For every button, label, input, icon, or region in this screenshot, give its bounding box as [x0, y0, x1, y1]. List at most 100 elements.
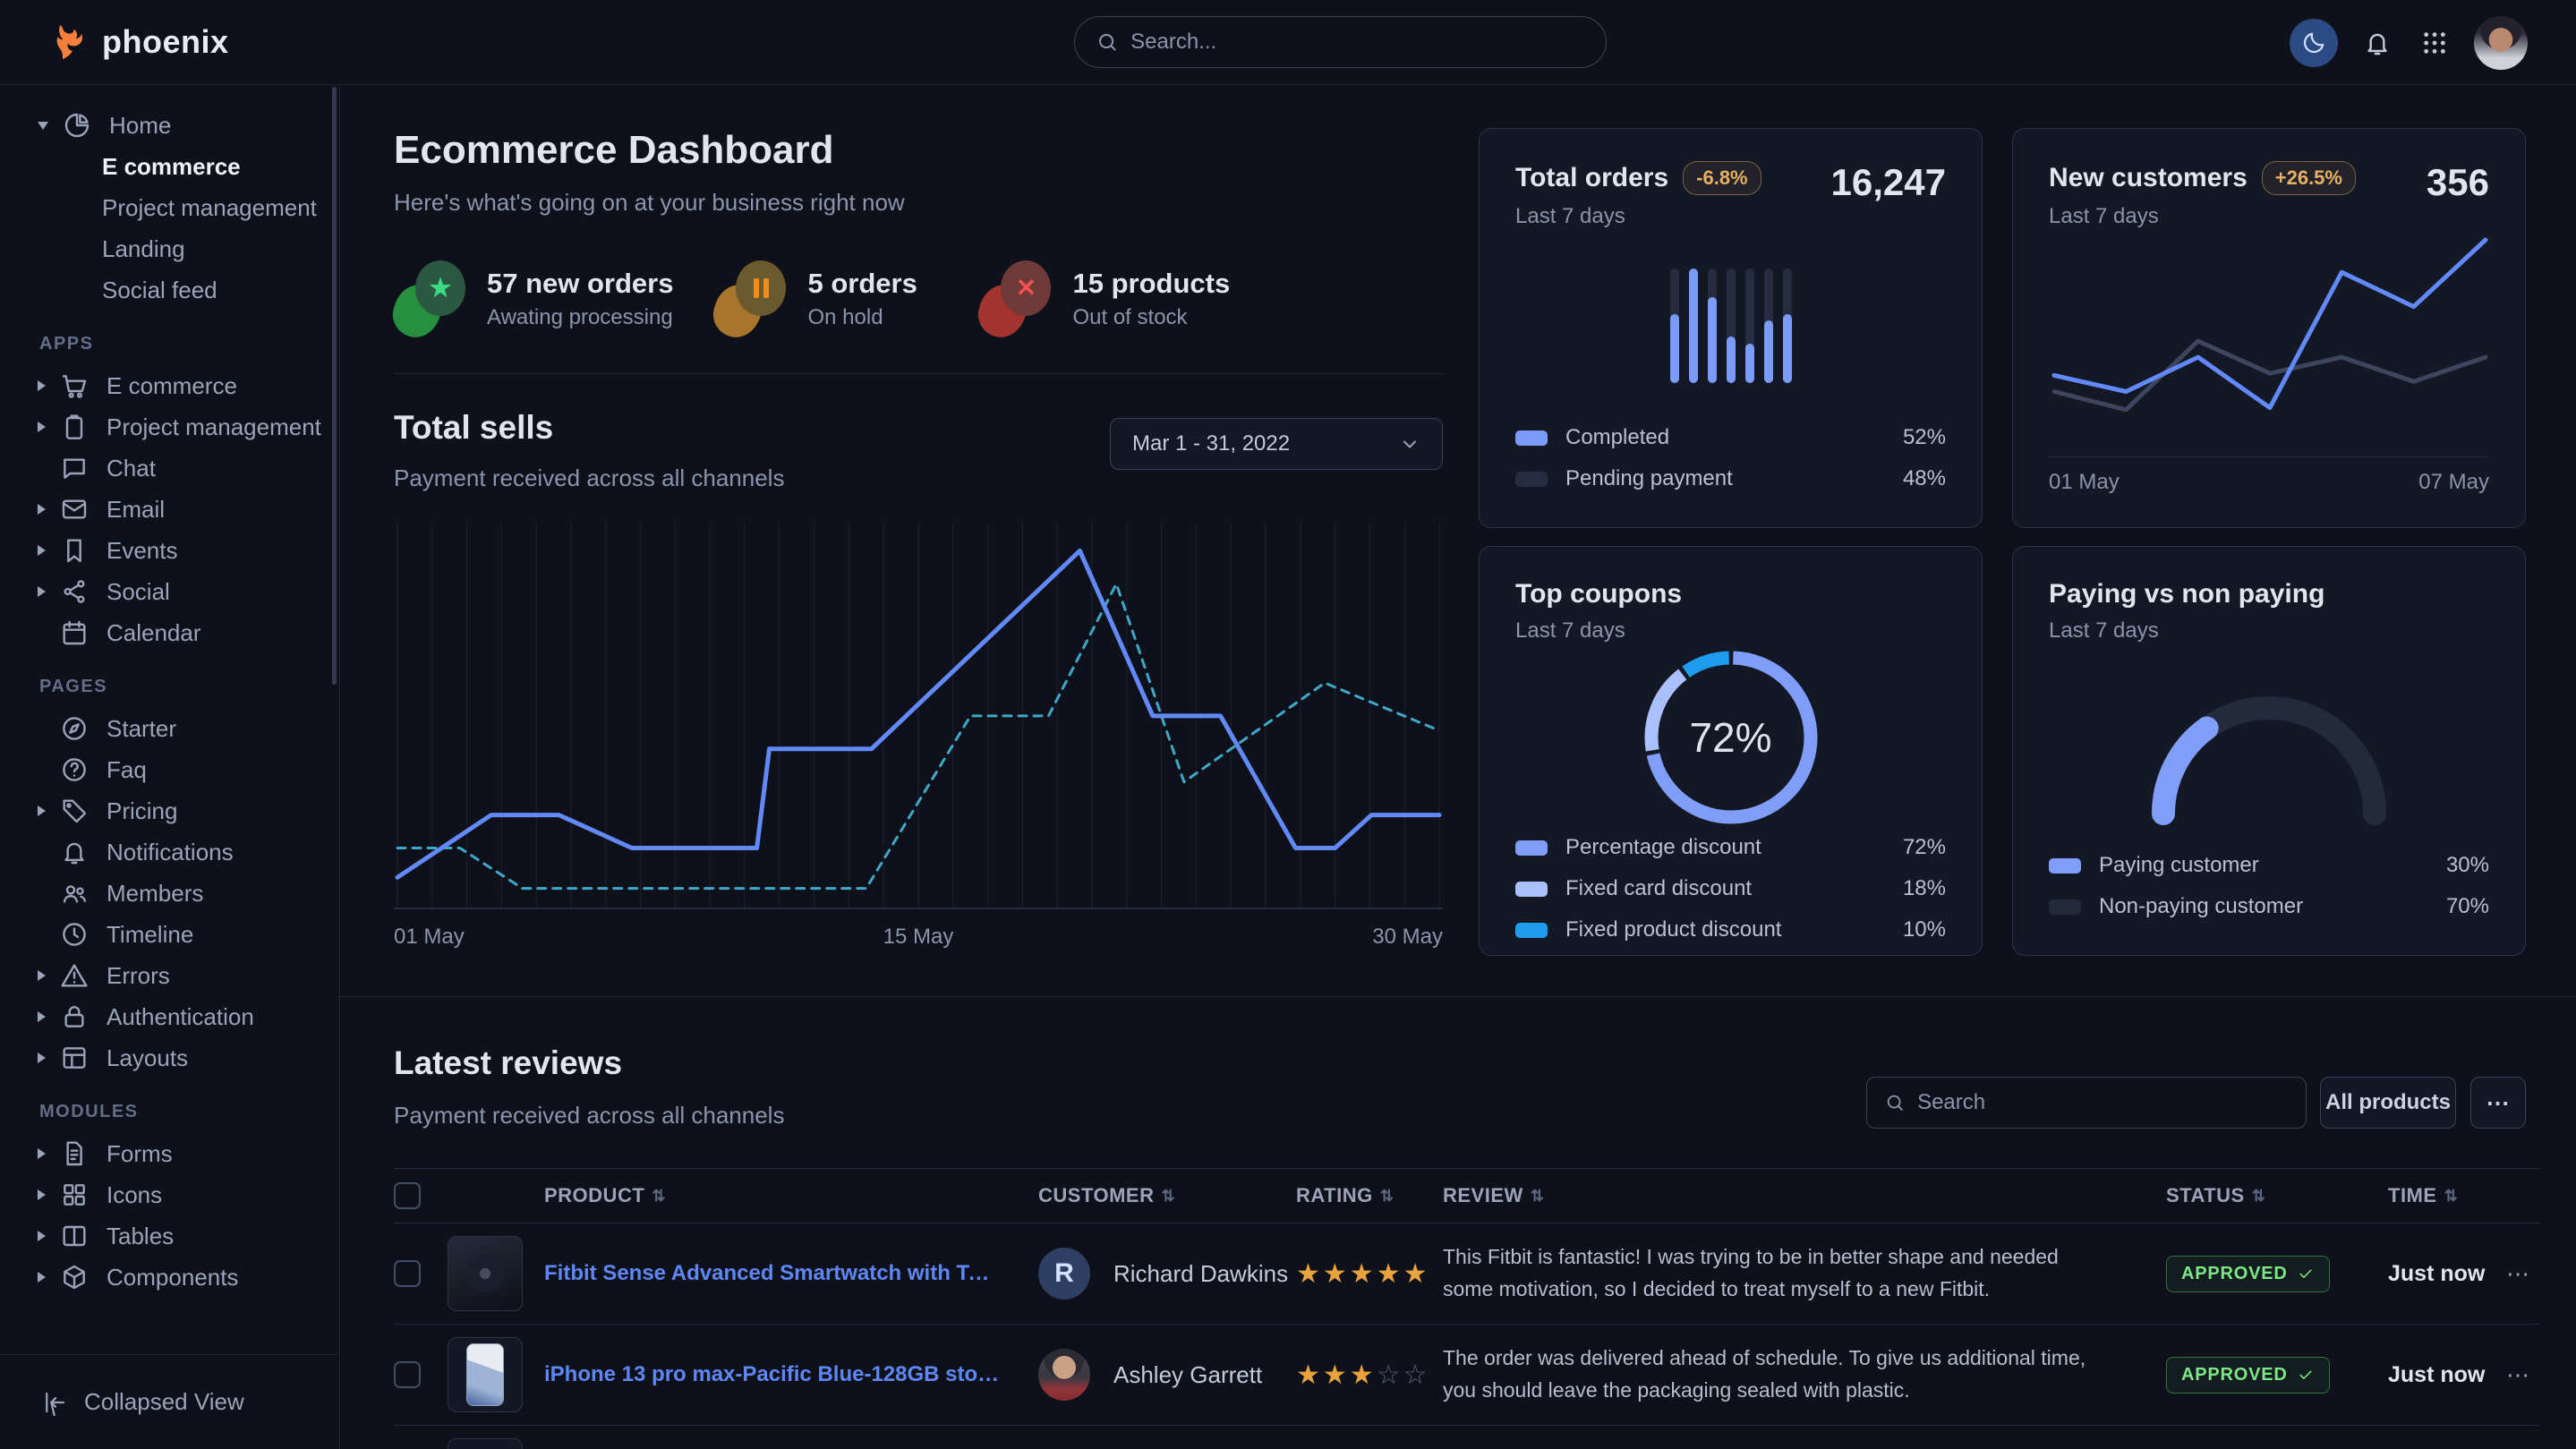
- legend-value: 72%: [1903, 835, 1946, 860]
- caret-right-icon: [38, 422, 46, 432]
- sidebar-item-project-management[interactable]: Project management: [0, 406, 339, 447]
- sidebar-item-label: Components: [107, 1264, 238, 1291]
- card-subtitle: Last 7 days: [2049, 204, 2356, 229]
- table-row: iPhone 13 pro max-Pacific Blue-128GB sto…: [394, 1325, 2540, 1426]
- legend-item: Percentage discount 72%: [1515, 831, 1946, 864]
- sidebar-item-authentication[interactable]: Authentication: [0, 996, 339, 1037]
- sidebar-item-label: Layouts: [107, 1044, 188, 1072]
- sidebar-item-calendar[interactable]: Calendar: [0, 612, 339, 653]
- sidebar-item-notifications[interactable]: Notifications: [0, 831, 339, 873]
- global-search-input[interactable]: [1130, 30, 1584, 55]
- sidebar-item-social[interactable]: Social: [0, 571, 339, 612]
- status-label: APPROVED: [2181, 1264, 2288, 1284]
- legend-swatch: [1515, 840, 1548, 856]
- brand-logo[interactable]: phoenix: [0, 21, 229, 63]
- sidebar-item-label: Pricing: [107, 797, 177, 825]
- sidebar-item-label: Starter: [107, 715, 176, 743]
- warning-triangle-icon: [60, 961, 89, 990]
- order-bar: [1764, 268, 1773, 383]
- legend-label: Fixed product discount: [1565, 917, 1903, 942]
- sidebar-item-faq[interactable]: Faq: [0, 749, 339, 790]
- sidebar-item-errors[interactable]: Errors: [0, 955, 339, 996]
- sidebar-item-pricing[interactable]: Pricing: [0, 790, 339, 831]
- sidebar-item-landing[interactable]: Landing: [0, 228, 339, 269]
- sidebar-item-components[interactable]: Components: [0, 1257, 339, 1298]
- top-coupons-donut-chart: 72%: [1637, 644, 1825, 831]
- reviews-search[interactable]: [1866, 1077, 2307, 1129]
- sidebar-item-email[interactable]: Email: [0, 489, 339, 530]
- sidebar-item-starter[interactable]: Starter: [0, 708, 339, 749]
- new-customers-card: New customers +26.5% Last 7 days 356 01 …: [2012, 128, 2526, 528]
- sidebar-item-members[interactable]: Members: [0, 873, 339, 914]
- bell-icon: [2363, 29, 2392, 57]
- sidebar-item-project-management[interactable]: Project management: [0, 187, 339, 228]
- box-icon: [60, 1263, 89, 1291]
- reviews-menu-button[interactable]: ⋯: [2470, 1077, 2526, 1129]
- column-header-review[interactable]: REVIEW⇅: [1443, 1184, 2166, 1207]
- pause-badge-icon: [714, 260, 788, 337]
- row-checkbox[interactable]: [394, 1361, 421, 1388]
- legend-swatch: [2049, 899, 2081, 915]
- caret-right-icon: [38, 1011, 46, 1022]
- all-products-button[interactable]: All products: [2320, 1077, 2456, 1129]
- date-range-select[interactable]: Mar 1 - 31, 2022: [1110, 418, 1443, 470]
- legend-item: Paying customer 30%: [2049, 849, 2489, 882]
- global-search[interactable]: [1074, 16, 1607, 68]
- sidebar-item-home[interactable]: Home: [0, 105, 339, 146]
- sidebar-item-label: E commerce: [107, 372, 237, 400]
- sidebar-item-icons[interactable]: Icons: [0, 1174, 339, 1215]
- product-image-cell: [448, 1438, 544, 1449]
- chat-icon: [60, 454, 89, 482]
- sidebar-item-label: E commerce: [102, 153, 241, 181]
- customer-avatar[interactable]: R: [1038, 1248, 1090, 1300]
- sidebar-item-social-feed[interactable]: Social feed: [0, 269, 339, 311]
- collapse-sidebar-button[interactable]: Collapsed View: [0, 1354, 338, 1449]
- row-checkbox[interactable]: [394, 1260, 421, 1287]
- total-sells-chart: [394, 522, 1443, 912]
- brand-name: phoenix: [102, 23, 229, 61]
- smartwatch-image: [448, 1237, 522, 1310]
- sidebar-item-timeline[interactable]: Timeline: [0, 914, 339, 955]
- dark-mode-toggle[interactable]: [2290, 19, 2338, 67]
- column-header-time[interactable]: TIME⇅: [2388, 1184, 2506, 1207]
- sidebar-item-tables[interactable]: Tables: [0, 1215, 339, 1257]
- sidebar-item-label: Forms: [107, 1140, 173, 1168]
- stat-value: 15 products: [1072, 268, 1230, 300]
- search-icon: [1096, 30, 1118, 54]
- caret-right-icon: [38, 1148, 46, 1159]
- row-menu-button[interactable]: ⋯: [2506, 1361, 2540, 1389]
- sidebar-item-e-commerce[interactable]: E commerce: [0, 146, 339, 187]
- legend-swatch: [1515, 882, 1548, 897]
- user-avatar[interactable]: [2474, 16, 2528, 70]
- total-orders-value: 16,247: [1831, 161, 1946, 204]
- column-header-status[interactable]: STATUS⇅: [2166, 1184, 2388, 1207]
- sidebar-item-layouts[interactable]: Layouts: [0, 1037, 339, 1078]
- stat-caption: Awating processing: [487, 305, 673, 330]
- time-value: Just now: [2388, 1261, 2506, 1287]
- column-header-customer[interactable]: CUSTOMER⇅: [1038, 1184, 1296, 1207]
- sidebar-item-forms[interactable]: Forms: [0, 1133, 339, 1174]
- product-link[interactable]: iPhone 13 pro max-Pacific Blue-128GB sto…: [544, 1362, 1038, 1387]
- order-bar: [1708, 268, 1717, 383]
- product-link[interactable]: Fitbit Sense Advanced Smartwatch with To…: [544, 1261, 1038, 1286]
- sidebar-item-label: Faq: [107, 756, 147, 784]
- reviews-search-input[interactable]: [1917, 1090, 2288, 1115]
- envelope-icon: [60, 495, 89, 524]
- legend-item: Fixed product discount 10%: [1515, 914, 1946, 946]
- sidebar-item-label: Errors: [107, 962, 170, 990]
- sidebar-item-chat[interactable]: Chat: [0, 447, 339, 489]
- stat-out-of-stock: ✕ 15 products Out of stock: [979, 260, 1230, 337]
- apps-menu-button[interactable]: [2417, 25, 2452, 61]
- column-header-product[interactable]: PRODUCT⇅: [544, 1184, 1038, 1207]
- sidebar-item-events[interactable]: Events: [0, 530, 339, 571]
- customer-avatar[interactable]: [1038, 1349, 1090, 1401]
- column-header-rating[interactable]: RATING⇅: [1296, 1184, 1443, 1207]
- top-navbar: phoenix: [0, 0, 2576, 85]
- notifications-button[interactable]: [2359, 25, 2395, 61]
- sidebar-item-e-commerce[interactable]: E commerce: [0, 365, 339, 406]
- sidebar-scrollbar[interactable]: [332, 87, 337, 685]
- row-menu-button[interactable]: ⋯: [2506, 1260, 2540, 1288]
- order-bar: [1670, 268, 1679, 383]
- card-title: New customers: [2049, 163, 2248, 193]
- select-all-checkbox[interactable]: [394, 1182, 421, 1209]
